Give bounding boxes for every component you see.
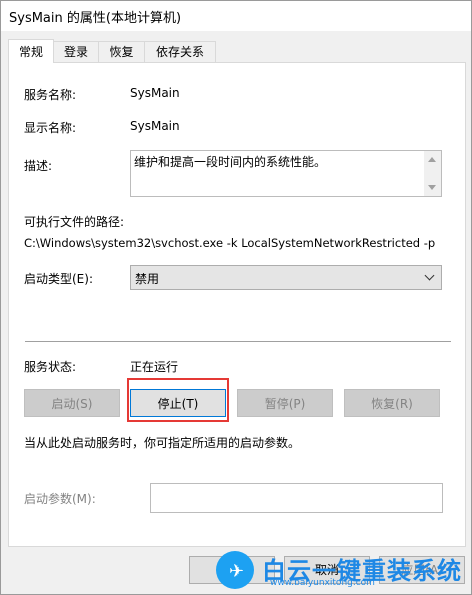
service-status-value: 正在运行 — [130, 360, 179, 374]
display-name-value: SysMain — [130, 119, 180, 133]
watermark-url: www.baiyunxitong.com — [270, 578, 375, 588]
start-params-input[interactable] — [150, 483, 443, 513]
watermark: ✈ 白云一键重装系统 www.baiyunxitong.com — [212, 549, 470, 593]
general-panel: 服务名称: SysMain 显示名称: SysMain 描述: 维护和提高一段时… — [8, 62, 466, 547]
bird-logo-icon: ✈ — [216, 551, 254, 589]
title-bar: SysMain 的属性(本地计算机) — [1, 1, 471, 31]
start-button[interactable]: 启动(S) — [24, 389, 120, 417]
start-params-hint: 当从此处启动服务时，你可指定所适用的启动参数。 — [24, 436, 301, 450]
service-status-label: 服务状态: — [24, 360, 77, 374]
bird-icon: ✈ — [229, 561, 245, 582]
tab-dependencies[interactable]: 依存关系 — [144, 41, 216, 62]
resume-button[interactable]: 恢复(R) — [344, 389, 440, 417]
startup-type-select[interactable]: 禁用 — [130, 265, 442, 290]
tab-general[interactable]: 常规 — [8, 39, 54, 63]
description-label: 描述: — [24, 159, 53, 173]
stop-button-highlight — [127, 378, 229, 422]
scroll-down-icon[interactable] — [428, 185, 436, 190]
window-title: SysMain 的属性(本地计算机) — [9, 11, 182, 26]
description-box[interactable]: 维护和提高一段时间内的系统性能。 — [130, 150, 442, 197]
scroll-up-icon[interactable] — [428, 157, 436, 162]
description-text: 维护和提高一段时间内的系统性能。 — [134, 155, 327, 169]
display-name-label: 显示名称: — [24, 121, 77, 135]
properties-window: SysMain 的属性(本地计算机) 常规 登录 恢复 依存关系 服务名称: S… — [0, 0, 472, 595]
startup-type-value: 禁用 — [135, 272, 160, 286]
chevron-down-icon — [424, 270, 435, 281]
separator — [25, 341, 451, 342]
tab-recovery[interactable]: 恢复 — [98, 41, 145, 62]
service-name-label: 服务名称: — [24, 88, 77, 102]
tab-logon[interactable]: 登录 — [53, 41, 99, 62]
start-params-label: 启动参数(M): — [24, 492, 96, 506]
startup-type-label: 启动类型(E): — [24, 272, 93, 286]
exe-path-value: C:\Windows\system32\svchost.exe -k Local… — [24, 236, 436, 250]
exe-path-label: 可执行文件的路径: — [24, 215, 125, 229]
description-scrollbar[interactable] — [424, 151, 441, 196]
pause-button[interactable]: 暂停(P) — [237, 389, 333, 417]
service-name-value: SysMain — [130, 86, 180, 100]
